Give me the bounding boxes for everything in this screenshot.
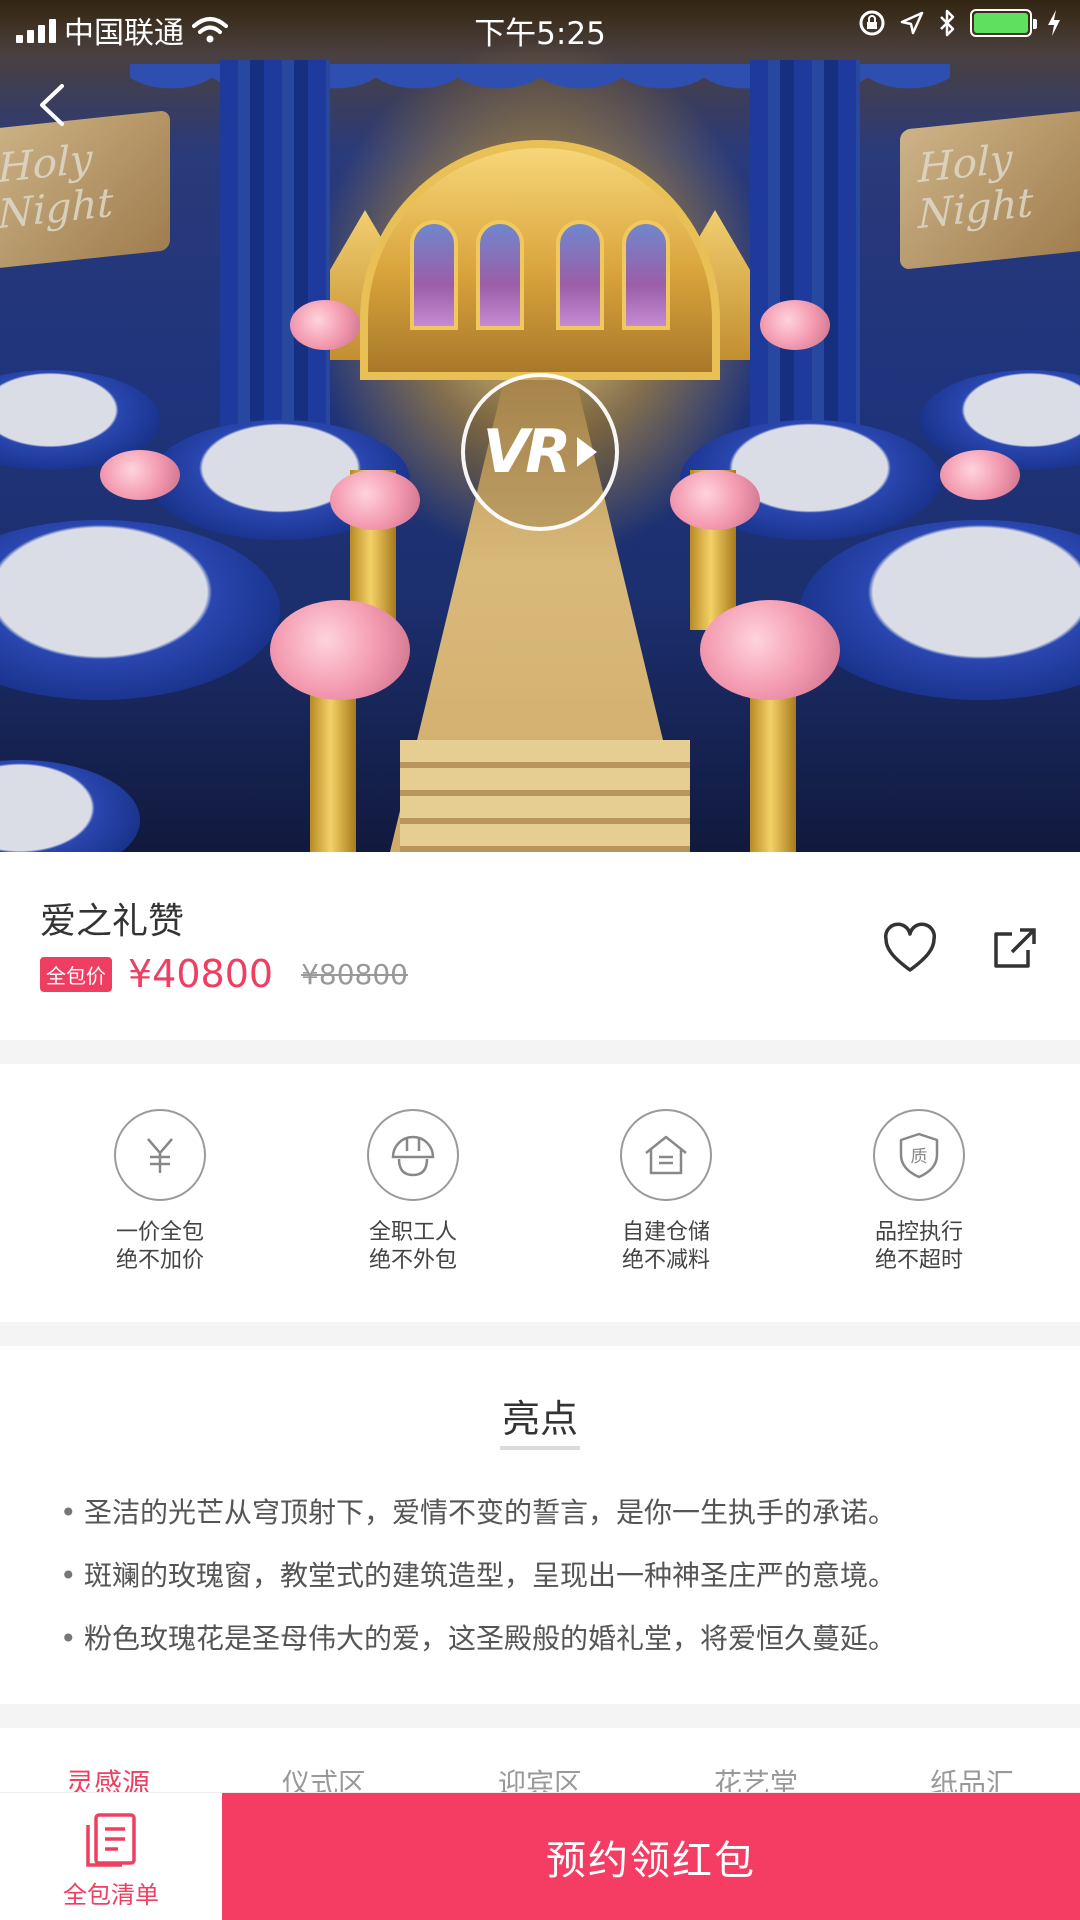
hero-image[interactable]: Holy Night Holy Night VR [0,0,1080,852]
yuan-icon [147,1138,173,1173]
section-divider [0,1322,1080,1346]
hero-book-text-right: Holy Night [918,136,1034,239]
hero-flower [700,600,840,700]
feature-item: 全职工人 绝不外包 [313,1109,513,1275]
bottom-action-bar: 全包清单 预约领红包 [0,1792,1080,1920]
status-bar: 中国联通 下午5:25 [0,0,1080,54]
feature-line1: 一价全包 [115,1220,204,1245]
package-list-button[interactable]: 全包清单 [0,1793,222,1920]
highlight-item: 粉色玫瑰花是圣母伟大的爱，这圣殿般的婚礼堂，将爱恒久蔓延。 [60,1614,1050,1677]
helmet-icon [391,1135,435,1177]
hero-banquet-table [0,520,280,700]
highlights-title-underline [500,1446,580,1450]
hero-book-right: Holy Night [900,110,1080,270]
heart-icon [884,922,936,972]
feature-line1: 自建仓储 [621,1220,710,1245]
category-tabs: 灵感源 仪式区 迎宾区 花艺堂 纸品汇 [0,1728,1080,1798]
hero-book-text-left: Holy Night [0,136,114,239]
hero-flower [290,300,360,350]
feature-line1: 品控执行 [874,1220,963,1245]
section-divider [0,1040,1080,1064]
hero-banquet-table [800,520,1080,700]
vr-label: VR [482,417,572,487]
hero-banquet-table [0,760,140,852]
status-right [858,9,1062,37]
list-document-icon [86,1813,136,1867]
feature-item: 自建仓储 绝不减料 [566,1109,766,1275]
feature-item: 质 品控执行 绝不超时 [819,1109,1019,1275]
product-info: 爱之礼赞 全包价 ¥40800 ¥80800 [0,852,1080,1040]
hero-book-left: Holy Night [0,110,170,270]
original-price: ¥80800 [301,957,408,991]
share-button[interactable] [990,922,1042,974]
highlights-list: 圣洁的光芒从穹顶射下，爱情不变的誓言，是你一生执手的承诺。 斑斓的玫瑰窗，教堂式… [60,1488,1050,1677]
battery-level [974,13,1028,33]
highlight-item: 斑斓的玫瑰窗，教堂式的建筑造型，呈现出一种神圣庄严的意境。 [60,1551,1050,1614]
hero-flower [940,450,1020,500]
svg-text:质: 质 [911,1147,928,1167]
feature-line2: 绝不外包 [368,1248,457,1273]
current-price: ¥40800 [128,952,274,996]
price-tag-badge: 全包价 [40,956,112,992]
hero-rose-window [476,220,524,330]
highlight-item: 圣洁的光芒从穹顶射下，爱情不变的誓言，是你一生执手的承诺。 [60,1488,1050,1551]
vr-play-button[interactable]: VR [461,373,619,531]
quality-shield-icon: 质 [899,1132,939,1179]
hero-flower [270,600,410,700]
feature-line1: 全职工人 [368,1220,457,1245]
feature-line2: 绝不减料 [621,1248,710,1273]
hero-curtain-left [220,60,330,480]
favorite-button[interactable] [882,922,938,978]
feature-item: 一价全包 绝不加价 [60,1109,260,1275]
share-icon [994,928,1036,968]
hero-curtain-right [750,60,860,480]
package-list-label: 全包清单 [63,1881,159,1909]
feature-icon-circle: 质 [873,1109,965,1201]
hero-flower [670,470,760,530]
hero-flower [760,300,830,350]
warehouse-icon [645,1135,687,1175]
highlights-section: 亮点 圣洁的光芒从穹顶射下，爱情不变的誓言，是你一生执手的承诺。 斑斓的玫瑰窗，… [0,1346,1080,1704]
vr-play-icon [577,437,598,467]
feature-icon-circle [114,1109,206,1201]
feature-icon-circle [367,1109,459,1201]
back-arrow-icon [40,84,64,126]
feature-line2: 绝不超时 [874,1248,963,1273]
rotation-lock-icon [859,10,885,36]
hero-steps [400,740,690,852]
feature-line2: 绝不加价 [115,1248,204,1273]
hero-flower [100,450,180,500]
charging-icon [1048,10,1060,36]
price-row: 全包价 ¥40800 ¥80800 [40,952,408,996]
hero-rose-window [410,220,458,330]
bluetooth-icon [940,9,955,37]
hero-rose-window [556,220,604,330]
feature-icon-circle [620,1109,712,1201]
highlights-title: 亮点 [501,1397,578,1441]
hero-flower [330,470,420,530]
product-title: 爱之礼赞 [40,901,185,942]
location-icon [900,11,924,35]
hero-rose-window [622,220,670,330]
battery-icon [970,9,1037,37]
hero-pillar [310,680,356,852]
section-divider [0,1704,1080,1728]
back-button[interactable] [30,80,80,130]
reserve-red-packet-button[interactable]: 预约领红包 [222,1793,1080,1920]
hero-pillar [750,680,796,852]
features-section: 一价全包 绝不加价 全职工人 绝不外包 自建仓储 绝不减料 质 品控执行 绝不超… [0,1064,1080,1322]
